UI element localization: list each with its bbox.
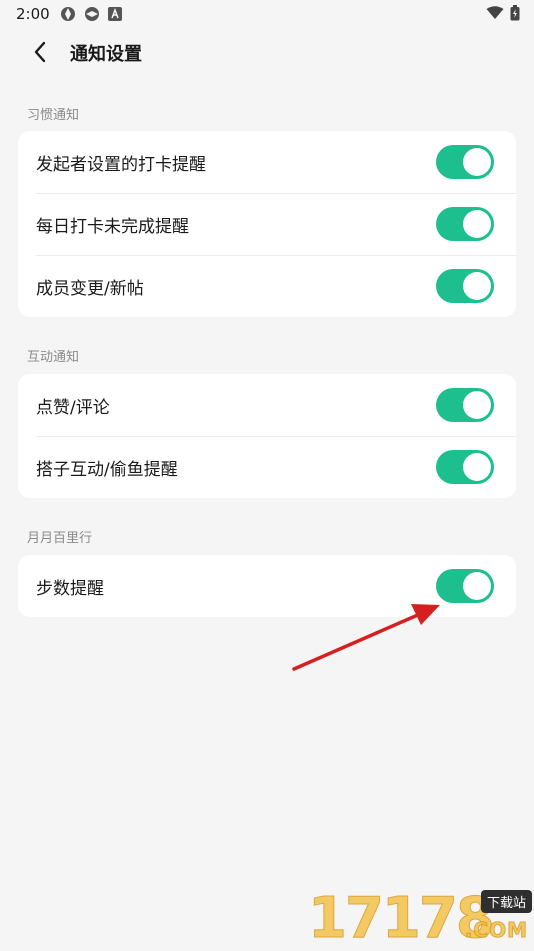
status-right-icons bbox=[486, 5, 520, 21]
wifi-icon bbox=[486, 6, 504, 19]
toggle-switch[interactable] bbox=[436, 388, 494, 422]
setting-label: 成员变更/新帖 bbox=[36, 278, 144, 299]
setting-label: 每日打卡未完成提醒 bbox=[36, 216, 189, 237]
setting-label: 步数提醒 bbox=[36, 578, 104, 599]
toggle-switch[interactable] bbox=[436, 569, 494, 603]
setting-row: 搭子互动/偷鱼提醒 bbox=[18, 436, 516, 498]
page-title: 通知设置 bbox=[70, 44, 142, 65]
aperture-icon bbox=[85, 7, 99, 21]
section-label-walk: 月月百里行 bbox=[27, 531, 93, 546]
section-label-interaction: 互动通知 bbox=[27, 350, 80, 365]
card-habit-notifications: 发起者设置的打卡提醒 每日打卡未完成提醒 成员变更/新帖 bbox=[18, 131, 516, 317]
toggle-knob bbox=[463, 453, 491, 481]
toggle-switch[interactable] bbox=[436, 145, 494, 179]
watermark-suffix: .COM bbox=[464, 918, 528, 943]
status-bar: 2:00 bbox=[0, 0, 534, 28]
status-left-icons bbox=[60, 6, 122, 22]
back-button[interactable] bbox=[26, 38, 54, 66]
toggle-knob bbox=[463, 210, 491, 238]
toggle-switch[interactable] bbox=[436, 450, 494, 484]
section-label-habit: 习惯通知 bbox=[27, 108, 80, 123]
toggle-knob bbox=[463, 272, 491, 300]
setting-row: 每日打卡未完成提醒 bbox=[18, 193, 516, 255]
card-walk-notifications: 步数提醒 bbox=[18, 555, 516, 617]
card-interaction-notifications: 点赞/评论 搭子互动/偷鱼提醒 bbox=[18, 374, 516, 498]
font-a-icon bbox=[108, 7, 122, 21]
toggle-switch[interactable] bbox=[436, 269, 494, 303]
toggle-knob bbox=[463, 572, 491, 600]
toggle-knob bbox=[463, 391, 491, 419]
setting-label: 发起者设置的打卡提醒 bbox=[36, 154, 206, 175]
aperture-icon bbox=[61, 7, 75, 21]
watermark-logo: 17178 下载站 .COM bbox=[308, 884, 534, 951]
status-time: 2:00 bbox=[16, 5, 50, 23]
toggle-knob bbox=[463, 148, 491, 176]
setting-row: 发起者设置的打卡提醒 bbox=[18, 131, 516, 193]
battery-icon bbox=[510, 5, 520, 21]
setting-row: 成员变更/新帖 bbox=[18, 255, 516, 317]
app-header: 通知设置 bbox=[0, 28, 534, 78]
toggle-switch[interactable] bbox=[436, 207, 494, 241]
chevron-left-icon bbox=[34, 41, 46, 63]
setting-label: 搭子互动/偷鱼提醒 bbox=[36, 459, 178, 480]
watermark-tag: 下载站 bbox=[480, 890, 532, 913]
setting-label: 点赞/评论 bbox=[36, 397, 110, 418]
setting-row: 点赞/评论 bbox=[18, 374, 516, 436]
setting-row: 步数提醒 bbox=[18, 555, 516, 617]
